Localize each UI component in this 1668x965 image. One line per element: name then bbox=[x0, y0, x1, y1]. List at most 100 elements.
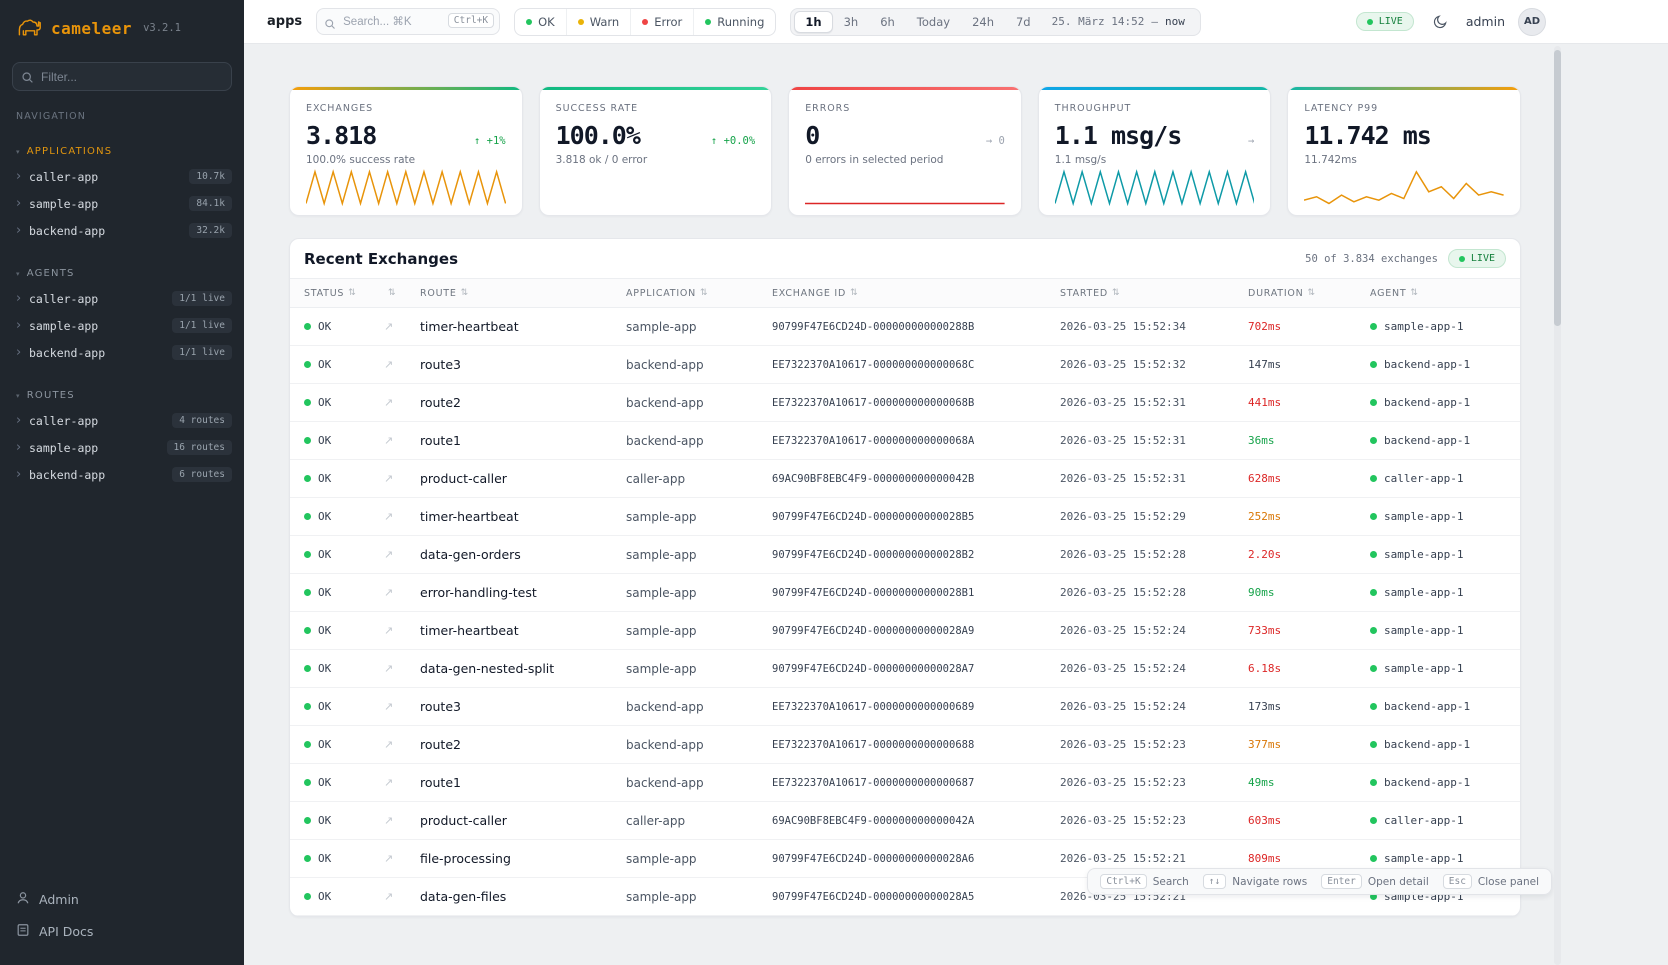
table-live-toggle[interactable]: LIVE bbox=[1448, 249, 1506, 268]
metric-value: 3.818 bbox=[306, 121, 376, 150]
sidebar-item-application[interactable]: › caller-app 10.7k bbox=[0, 163, 244, 190]
username-label: admin bbox=[1466, 14, 1505, 29]
time-range-button[interactable]: Today bbox=[906, 11, 961, 33]
column-header[interactable]: AGENT ⇅ bbox=[1370, 288, 1506, 299]
table-row[interactable]: OK ↗ route3 backend-app EE7322370A10617-… bbox=[290, 688, 1520, 726]
table-row[interactable]: OK ↗ timer-heartbeat sample-app 90799F47… bbox=[290, 308, 1520, 346]
agent-cell: backend-app-1 bbox=[1370, 776, 1506, 789]
exchange-id-cell: EE7322370A10617-0000000000000687 bbox=[772, 777, 1060, 789]
status-cell: OK bbox=[304, 890, 384, 903]
external-link-icon[interactable]: ↗ bbox=[384, 320, 420, 333]
column-header[interactable]: STARTED ⇅ bbox=[1060, 288, 1248, 299]
status-label: OK bbox=[318, 700, 331, 713]
external-link-icon[interactable]: ↗ bbox=[384, 890, 420, 903]
external-link-icon[interactable]: ↗ bbox=[384, 548, 420, 561]
column-header[interactable]: ROUTE ⇅ bbox=[420, 288, 626, 299]
external-link-icon[interactable]: ↗ bbox=[384, 434, 420, 447]
table-row[interactable]: OK ↗ timer-heartbeat sample-app 90799F47… bbox=[290, 612, 1520, 650]
external-link-icon[interactable]: ↗ bbox=[384, 624, 420, 637]
duration-cell: 2.20s bbox=[1248, 548, 1370, 561]
section-header-applications[interactable]: ▾ APPLICATIONS bbox=[0, 142, 244, 163]
sidebar-item-route[interactable]: › sample-app 16 routes bbox=[0, 434, 244, 461]
agent-label: sample-app-1 bbox=[1384, 320, 1463, 333]
footer-item-label: API Docs bbox=[39, 924, 93, 939]
sidebar-item-agent[interactable]: › caller-app 1/1 live bbox=[0, 285, 244, 312]
column-header[interactable]: STATUS ⇅ bbox=[304, 288, 384, 299]
sidebar-section-routes: ▾ ROUTES › caller-app 4 routes › sample-… bbox=[0, 386, 244, 488]
column-header[interactable]: DURATION ⇅ bbox=[1248, 288, 1370, 299]
table-row[interactable]: OK ↗ timer-heartbeat sample-app 90799F47… bbox=[290, 498, 1520, 536]
external-link-icon[interactable]: ↗ bbox=[384, 586, 420, 599]
status-filter-chip[interactable]: Running bbox=[693, 9, 775, 35]
table-row[interactable]: OK ↗ error-handling-test sample-app 9079… bbox=[290, 574, 1520, 612]
hint-label: Navigate rows bbox=[1232, 876, 1307, 888]
sidebar-item-application[interactable]: › backend-app 32.2k bbox=[0, 217, 244, 244]
column-header[interactable]: EXCHANGE ID ⇅ bbox=[772, 288, 1060, 299]
time-range-button[interactable]: 1h bbox=[794, 11, 832, 33]
sidebar-item-api-docs[interactable]: API Docs bbox=[16, 915, 228, 947]
table-row[interactable]: OK ↗ data-gen-nested-split sample-app 90… bbox=[290, 650, 1520, 688]
date-range-display[interactable]: 25. März 14:52 — now bbox=[1042, 15, 1197, 28]
column-header[interactable]: APPLICATION ⇅ bbox=[626, 288, 772, 299]
column-header[interactable]: ⇅ bbox=[384, 288, 420, 298]
table-row[interactable]: OK ↗ data-gen-orders sample-app 90799F47… bbox=[290, 536, 1520, 574]
sidebar-item-label: caller-app bbox=[29, 292, 172, 306]
table-row[interactable]: OK ↗ product-caller caller-app 69AC90BF8… bbox=[290, 460, 1520, 498]
table-row[interactable]: OK ↗ route2 backend-app EE7322370A10617-… bbox=[290, 726, 1520, 764]
external-link-icon[interactable]: ↗ bbox=[384, 472, 420, 485]
time-range-button[interactable]: 24h bbox=[961, 11, 1005, 33]
external-link-icon[interactable]: ↗ bbox=[384, 396, 420, 409]
sidebar-item-application[interactable]: › sample-app 84.1k bbox=[0, 190, 244, 217]
metric-value: 100.0% bbox=[556, 121, 640, 150]
status-filter-chip[interactable]: OK bbox=[515, 9, 566, 35]
sidebar-item-route[interactable]: › backend-app 6 routes bbox=[0, 461, 244, 488]
route-cell: route3 bbox=[420, 699, 626, 714]
sidebar-item-route[interactable]: › caller-app 4 routes bbox=[0, 407, 244, 434]
table-row[interactable]: OK ↗ route1 backend-app EE7322370A10617-… bbox=[290, 422, 1520, 460]
external-link-icon[interactable]: ↗ bbox=[384, 738, 420, 751]
status-ok-dot bbox=[304, 475, 311, 482]
sort-icon: ⇅ bbox=[348, 288, 356, 298]
section-header-agents[interactable]: ▾ AGENTS bbox=[0, 264, 244, 285]
keyboard-hints-bar: Ctrl+K Search ↑↓ Navigate rows Enter Ope… bbox=[1087, 868, 1552, 895]
table-row[interactable]: OK ↗ product-caller caller-app 69AC90BF8… bbox=[290, 802, 1520, 840]
sidebar-item-agent[interactable]: › backend-app 1/1 live bbox=[0, 339, 244, 366]
chevron-right-icon: › bbox=[16, 345, 29, 360]
external-link-icon[interactable]: ↗ bbox=[384, 852, 420, 865]
sidebar-item-badge: 4 routes bbox=[172, 413, 232, 428]
status-filter-chip[interactable]: Warn bbox=[566, 9, 631, 35]
external-link-icon[interactable]: ↗ bbox=[384, 700, 420, 713]
started-cell: 2026-03-25 15:52:24 bbox=[1060, 662, 1248, 675]
status-filter-label: Error bbox=[654, 15, 682, 29]
external-link-icon[interactable]: ↗ bbox=[384, 776, 420, 789]
table-row[interactable]: OK ↗ route1 backend-app EE7322370A10617-… bbox=[290, 764, 1520, 802]
sidebar-item-agent[interactable]: › sample-app 1/1 live bbox=[0, 312, 244, 339]
agent-live-dot bbox=[1370, 703, 1377, 710]
sidebar-item-label: caller-app bbox=[29, 414, 172, 428]
external-link-icon[interactable]: ↗ bbox=[384, 510, 420, 523]
scrollbar-thumb[interactable] bbox=[1554, 50, 1561, 326]
sidebar-filter-input[interactable] bbox=[12, 62, 232, 91]
exchange-id-cell: 90799F47E6CD24D-00000000000028A5 bbox=[772, 891, 1060, 903]
content: EXCHANGES 3.818 ↑ +1% 100.0% success rat… bbox=[244, 44, 1668, 965]
agent-cell: sample-app-1 bbox=[1370, 548, 1506, 561]
section-header-routes[interactable]: ▾ ROUTES bbox=[0, 386, 244, 407]
sidebar-item-admin[interactable]: Admin bbox=[16, 883, 228, 915]
external-link-icon[interactable]: ↗ bbox=[384, 814, 420, 827]
time-range-button[interactable]: 6h bbox=[869, 11, 906, 33]
external-link-icon[interactable]: ↗ bbox=[384, 662, 420, 675]
vertical-scrollbar[interactable] bbox=[1554, 46, 1561, 965]
table-row[interactable]: OK ↗ route3 backend-app EE7322370A10617-… bbox=[290, 346, 1520, 384]
time-range-button[interactable]: 3h bbox=[833, 11, 870, 33]
time-range-button[interactable]: 7d bbox=[1005, 11, 1042, 33]
section-title: APPLICATIONS bbox=[27, 146, 113, 157]
table-row[interactable]: OK ↗ route2 backend-app EE7322370A10617-… bbox=[290, 384, 1520, 422]
agent-cell: sample-app-1 bbox=[1370, 320, 1506, 333]
status-filter-chip[interactable]: Error bbox=[630, 9, 693, 35]
avatar[interactable]: AD bbox=[1518, 8, 1546, 36]
live-toggle[interactable]: LIVE bbox=[1356, 12, 1414, 31]
exchange-id-cell: 90799F47E6CD24D-00000000000028B5 bbox=[772, 511, 1060, 523]
agent-cell: sample-app-1 bbox=[1370, 662, 1506, 675]
external-link-icon[interactable]: ↗ bbox=[384, 358, 420, 371]
dark-mode-toggle[interactable] bbox=[1427, 9, 1453, 35]
